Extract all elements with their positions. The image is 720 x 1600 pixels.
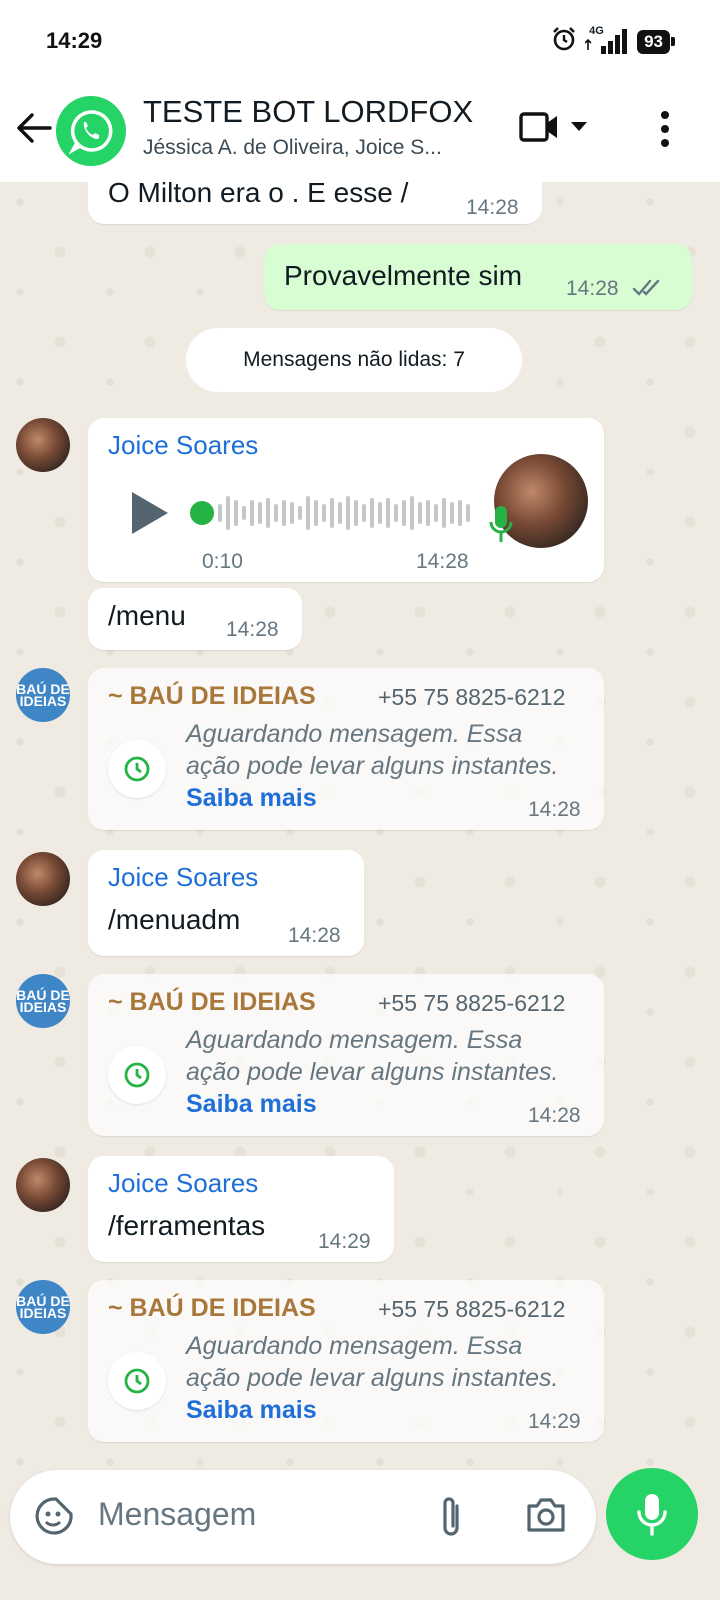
sticker-icon: [35, 1497, 73, 1535]
chat-header: TESTE BOT LORDFOX Jéssica A. de Oliveira…: [0, 82, 720, 182]
attach-button[interactable]: [435, 1494, 467, 1545]
chevron-down-icon: [571, 122, 587, 131]
clock-icon-badge: [108, 1046, 166, 1104]
arrow-left-icon: [17, 113, 52, 143]
message-time: 14:28: [466, 196, 519, 219]
whatsapp-icon: [68, 110, 113, 154]
pending-text-line: ação pode levar alguns instantes.: [186, 752, 559, 780]
camera-icon: [527, 1498, 565, 1532]
sender-avatar[interactable]: [16, 418, 70, 472]
camera-button[interactable]: [525, 1496, 567, 1539]
message-time: 14:28: [528, 798, 581, 821]
message-text: O Milton era o . E esse /: [108, 182, 409, 208]
pending-text-line: Aguardando mensagem. Essa: [186, 1026, 523, 1054]
chat-participants[interactable]: Jéssica A. de Oliveira, Joice S...: [143, 136, 493, 160]
clock-icon: [124, 1368, 150, 1394]
double-check-icon: [632, 279, 660, 296]
unread-messages-divider: Mensagens não lidas: 7: [186, 328, 522, 392]
bau-avatar-text: BAÚ DE IDEIAS: [16, 987, 70, 1015]
bau-avatar-text: BAÚ DE IDEIAS: [16, 1293, 70, 1321]
more-options-button[interactable]: [650, 104, 680, 154]
more-vertical-icon: [661, 111, 669, 147]
message-text: /ferramentas: [108, 1210, 266, 1241]
bau-avatar-text: BAÚ DE IDEIAS: [16, 681, 70, 709]
message-time: 14:28: [226, 618, 279, 641]
chat-title[interactable]: TESTE BOT LORDFOX: [143, 94, 473, 130]
status-icons: 4G 93: [551, 25, 675, 57]
sender-phone: +55 75 8825-6212: [378, 990, 566, 1016]
message-text: Provavelmente sim: [284, 260, 523, 291]
video-camera-icon: [519, 112, 557, 142]
sender-phone: +55 75 8825-6212: [378, 684, 566, 710]
voice-record-button[interactable]: [606, 1468, 698, 1560]
pending-text-line: ação pode levar alguns instantes.: [186, 1364, 559, 1392]
message-input[interactable]: Mensagem: [98, 1496, 256, 1533]
message-time: 14:28: [566, 277, 619, 300]
sticker-button[interactable]: [34, 1496, 74, 1541]
pending-message-bubble[interactable]: ~ BAÚ DE IDEIAS +55 75 8825-6212 Aguarda…: [88, 1280, 604, 1442]
bau-avatar[interactable]: BAÚ DE IDEIAS: [16, 974, 70, 1028]
clock-icon-badge: [108, 1352, 166, 1410]
play-icon[interactable]: [128, 490, 170, 536]
pending-message-bubble[interactable]: ~ BAÚ DE IDEIAS +55 75 8825-6212 Aguarda…: [88, 974, 604, 1136]
bau-avatar[interactable]: BAÚ DE IDEIAS: [16, 1280, 70, 1334]
message-bubble[interactable]: Joice Soares /ferramentas 14:29: [88, 1156, 394, 1262]
microphone-icon: [489, 506, 513, 542]
voice-message-bubble[interactable]: Joice Soares 0:10 14:28: [88, 418, 604, 582]
learn-more-link[interactable]: Saiba mais: [186, 784, 317, 813]
sender-name[interactable]: Joice Soares: [108, 1168, 258, 1199]
message-text: /menu: [108, 600, 186, 631]
audio-waveform[interactable]: [188, 486, 472, 540]
clock-icon: [124, 1062, 150, 1088]
pending-text-line: Aguardando mensagem. Essa: [186, 1332, 523, 1360]
bau-avatar[interactable]: BAÚ DE IDEIAS: [16, 668, 70, 722]
message-time: 14:29: [528, 1410, 581, 1433]
sender-name[interactable]: Joice Soares: [108, 862, 258, 893]
sender-name[interactable]: ~ BAÚ DE IDEIAS: [108, 1294, 316, 1323]
outgoing-message-bubble[interactable]: Provavelmente sim 14:28: [264, 244, 692, 310]
signal-icon: 4G: [585, 25, 629, 56]
message-bubble[interactable]: Joice Soares /menuadm 14:28: [88, 850, 364, 956]
group-avatar[interactable]: [56, 96, 126, 166]
paperclip-icon: [443, 1497, 459, 1536]
message-text: /menuadm: [108, 904, 241, 935]
message-time: 14:28: [416, 550, 469, 573]
battery-indicator: 93: [637, 29, 675, 54]
learn-more-link[interactable]: Saiba mais: [186, 1396, 317, 1425]
status-bar: 14:29 4G 93: [0, 0, 720, 82]
learn-more-link[interactable]: Saiba mais: [186, 1090, 317, 1119]
sender-name[interactable]: Joice Soares: [108, 430, 258, 461]
message-time: 14:28: [288, 924, 341, 947]
alarm-icon: [551, 26, 577, 57]
sender-avatar[interactable]: [16, 1158, 70, 1212]
message-bubble[interactable]: O Milton era o . E esse / 14:28: [88, 182, 542, 224]
message-composer: Mensagem: [10, 1470, 596, 1564]
pending-text-line: ação pode levar alguns instantes.: [186, 1058, 559, 1086]
message-time: 14:28: [528, 1104, 581, 1127]
status-time: 14:29: [46, 28, 103, 53]
message-list[interactable]: O Milton era o . E esse / 14:28 Provavel…: [0, 182, 720, 1482]
voice-duration: 0:10: [202, 550, 243, 573]
sender-avatar[interactable]: [16, 852, 70, 906]
sender-name[interactable]: ~ BAÚ DE IDEIAS: [108, 988, 316, 1017]
message-bubble[interactable]: /menu 14:28: [88, 588, 302, 650]
clock-icon: [124, 756, 150, 782]
microphone-icon: [637, 1494, 667, 1536]
video-call-button[interactable]: [518, 104, 608, 150]
sender-phone: +55 75 8825-6212: [378, 1296, 566, 1322]
pending-text-line: Aguardando mensagem. Essa: [186, 720, 523, 748]
message-time: 14:29: [318, 1230, 371, 1253]
clock-icon-badge: [108, 740, 166, 798]
back-button[interactable]: [12, 106, 56, 150]
pending-message-bubble[interactable]: ~ BAÚ DE IDEIAS +55 75 8825-6212 Aguarda…: [88, 668, 604, 830]
sender-name[interactable]: ~ BAÚ DE IDEIAS: [108, 682, 316, 711]
